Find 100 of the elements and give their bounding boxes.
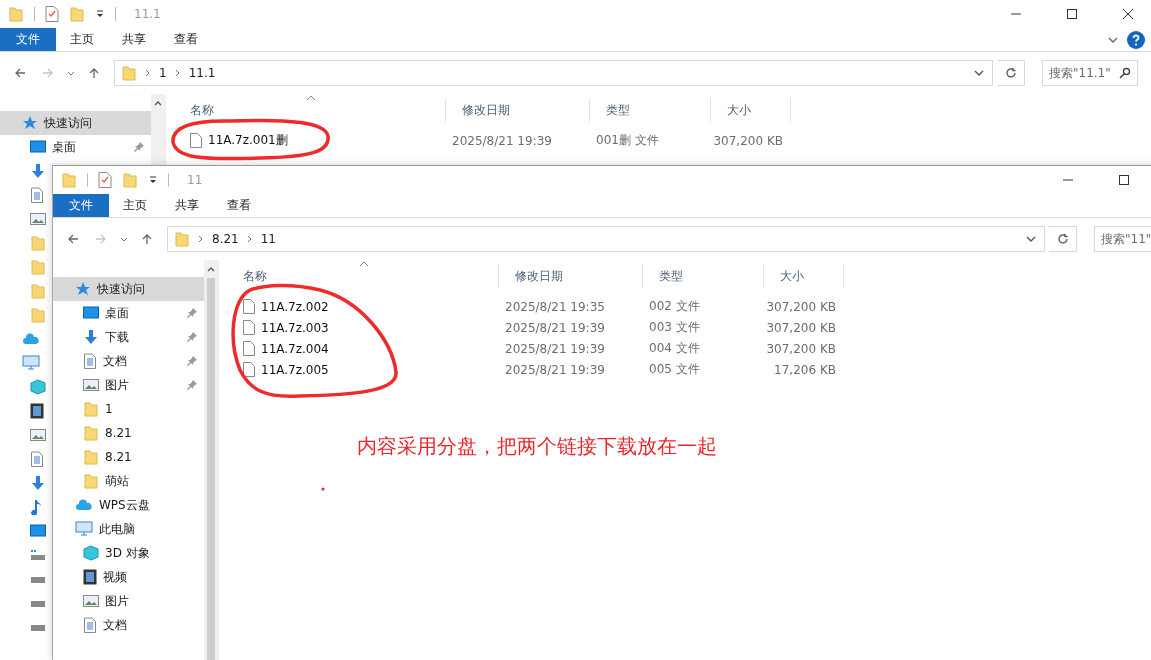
refresh-button[interactable] [1049, 226, 1077, 252]
ribbon-tab[interactable]: 主页 [56, 28, 108, 51]
column-header[interactable]: 修改日期 [499, 264, 643, 288]
nav-item[interactable]: 1 [53, 397, 204, 421]
arrow-down-icon [83, 329, 99, 345]
column-header[interactable]: 大小 [764, 264, 844, 288]
breadcrumb-item[interactable]: 1 [159, 66, 167, 80]
folder-icon [30, 283, 46, 299]
arrow-down-icon [30, 163, 46, 179]
properties-icon [98, 172, 112, 188]
file-name[interactable]: 11A.7z.002 [227, 299, 499, 314]
chevron-right-icon [174, 69, 181, 77]
address-bar[interactable]: 8.21 11 [167, 226, 1045, 252]
document-icon [83, 617, 97, 633]
search-icon [1119, 67, 1131, 79]
file-name[interactable]: 11A.7z.003 [227, 320, 499, 335]
refresh-button[interactable] [997, 60, 1025, 86]
computer-icon [75, 521, 93, 537]
nav-item[interactable]: 视频 [53, 565, 204, 589]
nav-item[interactable]: 3D 对象 [53, 541, 204, 565]
nav-item[interactable]: 萌站 [53, 469, 204, 493]
arrow-down-icon [30, 475, 46, 491]
cloud-icon [22, 333, 40, 345]
file-name[interactable]: 11A.7z.001删 [174, 132, 446, 149]
scrollbar[interactable] [204, 260, 218, 660]
cube-icon [30, 379, 46, 395]
help-icon[interactable] [1127, 30, 1145, 49]
nav-item[interactable]: 桌面 [0, 135, 151, 159]
breadcrumb-item[interactable]: 11 [260, 232, 276, 246]
chevron-down-icon[interactable] [67, 69, 75, 77]
chevron-down-icon[interactable] [120, 235, 128, 243]
file-name[interactable]: 11A.7z.005 [227, 362, 499, 377]
arrow-left-icon [67, 233, 79, 245]
film-icon [83, 569, 97, 585]
nav-item[interactable]: 此电脑 [53, 517, 204, 541]
breadcrumb-item[interactable]: 11.1 [188, 66, 216, 80]
ribbon-tab[interactable]: 共享 [161, 194, 213, 217]
document-icon [30, 187, 44, 203]
star-icon [22, 115, 38, 131]
file-icon [243, 299, 255, 314]
cloud-icon [75, 499, 93, 511]
arrow-left-icon [14, 67, 26, 79]
maximize-icon[interactable] [1118, 174, 1130, 186]
close-icon[interactable] [1122, 8, 1134, 20]
breadcrumb-item[interactable]: 8.21 [212, 232, 239, 246]
type-cell-text: 004 文件 [648, 340, 701, 357]
type-cell-text: 002 文件 [648, 298, 701, 315]
folder-icon [83, 401, 99, 417]
ribbon-tab[interactable]: 文件 [53, 194, 109, 217]
ribbon-tab[interactable]: 文件 [0, 28, 56, 51]
nav-item[interactable]: WPS云盘 [53, 493, 204, 517]
search-field[interactable]: 搜索"11" [1094, 226, 1151, 252]
chevron-right-icon [246, 235, 253, 243]
window-title: 11 [187, 173, 204, 187]
folder-icon [174, 231, 190, 247]
sort-caret-icon [359, 260, 369, 267]
film-icon [30, 403, 44, 419]
column-header[interactable]: 类型 [590, 98, 711, 122]
document-icon [30, 451, 44, 467]
nav-item[interactable]: 8.21 [53, 445, 204, 469]
size-cell-text: 307,200 KB [765, 341, 837, 356]
search-field[interactable]: 搜索"11.1" [1042, 60, 1138, 86]
nav-item[interactable]: 8.21 [53, 421, 204, 445]
column-header[interactable]: 修改日期 [446, 98, 590, 122]
maximize-icon[interactable] [1066, 8, 1078, 20]
nav-item[interactable]: 桌面 [53, 301, 204, 325]
nav-item[interactable]: 快速访问 [0, 111, 151, 135]
chevron-down-icon[interactable] [1026, 235, 1036, 243]
address-bar[interactable]: 1 11.1 [114, 60, 993, 86]
nav-item[interactable]: 快速访问 [53, 277, 204, 301]
modified-cell-text: 2025/8/21 19:39 [451, 133, 553, 148]
nav-item[interactable]: 文档 [53, 613, 204, 637]
ribbon-tab[interactable]: 共享 [108, 28, 160, 51]
ribbon-tab[interactable]: 主页 [109, 194, 161, 217]
chevron-down-icon[interactable] [974, 69, 984, 77]
file-icon [190, 133, 202, 148]
dropdown-icon [95, 9, 105, 19]
nav-item[interactable]: 图片 [53, 589, 204, 613]
file-name[interactable]: 11A.7z.004 [227, 341, 499, 356]
nav-item[interactable]: 文档 [53, 349, 204, 373]
refresh-icon [1004, 67, 1017, 79]
file-icon [243, 341, 255, 356]
computer-icon [22, 355, 40, 371]
ribbon-tab[interactable]: 查看 [213, 194, 265, 217]
nav-item[interactable]: 图片 [53, 373, 204, 397]
ribbon-tab[interactable]: 查看 [160, 28, 212, 51]
annotation-text: 内容采用分盘，把两个链接下载放在一起 [357, 433, 717, 460]
cube-icon [83, 545, 99, 561]
chevron-right-icon [198, 235, 204, 243]
type-cell-text: 003 文件 [648, 319, 701, 336]
column-header[interactable]: 名称 [227, 264, 499, 288]
column-header[interactable]: 名称 [174, 98, 446, 122]
nav-item[interactable]: 下载 [53, 325, 204, 349]
column-header[interactable]: 大小 [711, 98, 791, 122]
document-icon [83, 353, 97, 369]
column-header[interactable]: 类型 [643, 264, 764, 288]
size-cell-text: 17,206 KB [773, 362, 837, 377]
pin-icon [186, 379, 198, 391]
type-cell-text: 001删 文件 [595, 132, 660, 149]
pin-icon [133, 141, 145, 153]
